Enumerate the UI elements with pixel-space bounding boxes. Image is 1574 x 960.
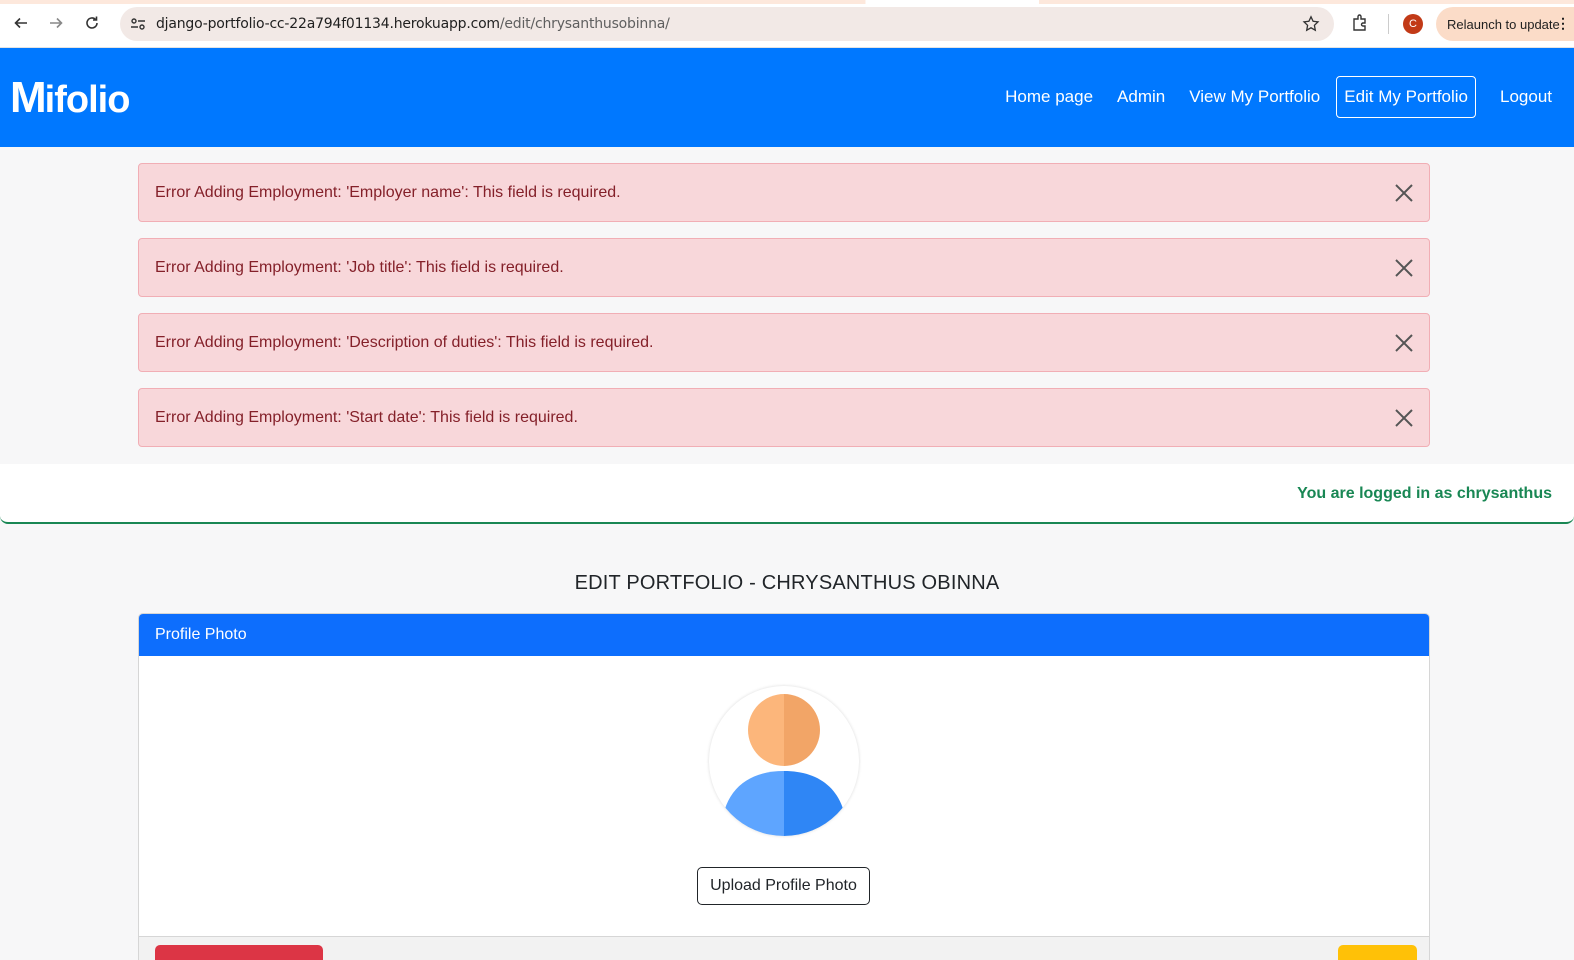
user-avatar-icon xyxy=(721,691,847,836)
logo-first-letter: M xyxy=(10,73,47,122)
relaunch-button[interactable]: Relaunch to update ⋮ xyxy=(1436,7,1574,41)
close-icon[interactable] xyxy=(1393,332,1415,354)
site-settings-icon[interactable] xyxy=(129,15,147,33)
nav-links: Home page Admin View My Portfolio Edit M… xyxy=(981,76,1552,118)
alert-message: Error Adding Employment: 'Start date': T… xyxy=(155,409,578,426)
close-icon[interactable] xyxy=(1393,182,1415,204)
url-text: django-portfolio-cc-22a794f01134.herokua… xyxy=(156,16,670,32)
delete-button[interactable] xyxy=(155,945,323,960)
nav-logout-link[interactable]: Logout xyxy=(1500,78,1552,116)
error-alert: Error Adding Employment: 'Job title': Th… xyxy=(138,238,1430,297)
error-alert: Error Adding Employment: 'Start date': T… xyxy=(138,388,1430,447)
edit-button[interactable] xyxy=(1338,945,1417,960)
nav-edit-portfolio-link[interactable]: Edit My Portfolio xyxy=(1336,76,1476,118)
forward-button[interactable] xyxy=(43,10,69,36)
reload-button[interactable] xyxy=(79,10,105,36)
alert-message: Error Adding Employment: 'Job title': Th… xyxy=(155,259,564,276)
card-header: Profile Photo xyxy=(139,614,1429,656)
url-path: /edit/chrysanthusobinna/ xyxy=(499,16,670,32)
back-button[interactable] xyxy=(8,10,34,36)
url-domain: django-portfolio-cc-22a794f01134.herokua… xyxy=(156,16,500,32)
tab-strip xyxy=(0,0,1574,4)
toolbar-separator xyxy=(1388,14,1389,34)
profile-photo-card: Profile Photo Upload Profile Photo xyxy=(138,613,1430,960)
logo-text: ifolio xyxy=(44,79,131,121)
nav-admin-link[interactable]: Admin xyxy=(1117,78,1165,116)
profile-photo xyxy=(709,686,859,836)
bookmark-star-icon[interactable] xyxy=(1302,15,1320,33)
close-icon[interactable] xyxy=(1393,257,1415,279)
card-footer xyxy=(139,936,1429,960)
nav-home-link[interactable]: Home page xyxy=(1005,78,1093,116)
relaunch-label: Relaunch to update xyxy=(1447,17,1560,32)
browser-chrome: django-portfolio-cc-22a794f01134.herokua… xyxy=(0,0,1574,48)
alert-message: Error Adding Employment: 'Employer name'… xyxy=(155,184,621,201)
page-title: EDIT PORTFOLIO - CHRYSANTHUS OBINNA xyxy=(574,572,1000,594)
nav-view-portfolio-link[interactable]: View My Portfolio xyxy=(1189,78,1320,116)
error-alert: Error Adding Employment: 'Description of… xyxy=(138,313,1430,372)
more-menu-icon[interactable]: ⋮ xyxy=(1556,16,1570,30)
profile-avatar[interactable]: C xyxy=(1403,14,1423,34)
address-bar[interactable]: django-portfolio-cc-22a794f01134.herokua… xyxy=(120,7,1334,41)
alert-message: Error Adding Employment: 'Description of… xyxy=(155,334,654,351)
extensions-icon[interactable] xyxy=(1350,13,1370,33)
arrow-left-icon xyxy=(14,17,27,29)
logo[interactable]: M ifolio xyxy=(10,73,131,122)
error-alert: Error Adding Employment: 'Employer name'… xyxy=(138,163,1430,222)
reload-icon xyxy=(86,16,98,29)
login-status-bar: You are logged in as chrysanthus xyxy=(0,464,1574,524)
arrow-right-icon xyxy=(50,17,63,29)
upload-profile-photo-button[interactable]: Upload Profile Photo xyxy=(697,867,870,905)
logged-in-message: You are logged in as chrysanthus xyxy=(1297,485,1552,502)
site-navbar: M ifolio Home page Admin View My Portfol… xyxy=(0,48,1574,147)
close-icon[interactable] xyxy=(1393,407,1415,429)
